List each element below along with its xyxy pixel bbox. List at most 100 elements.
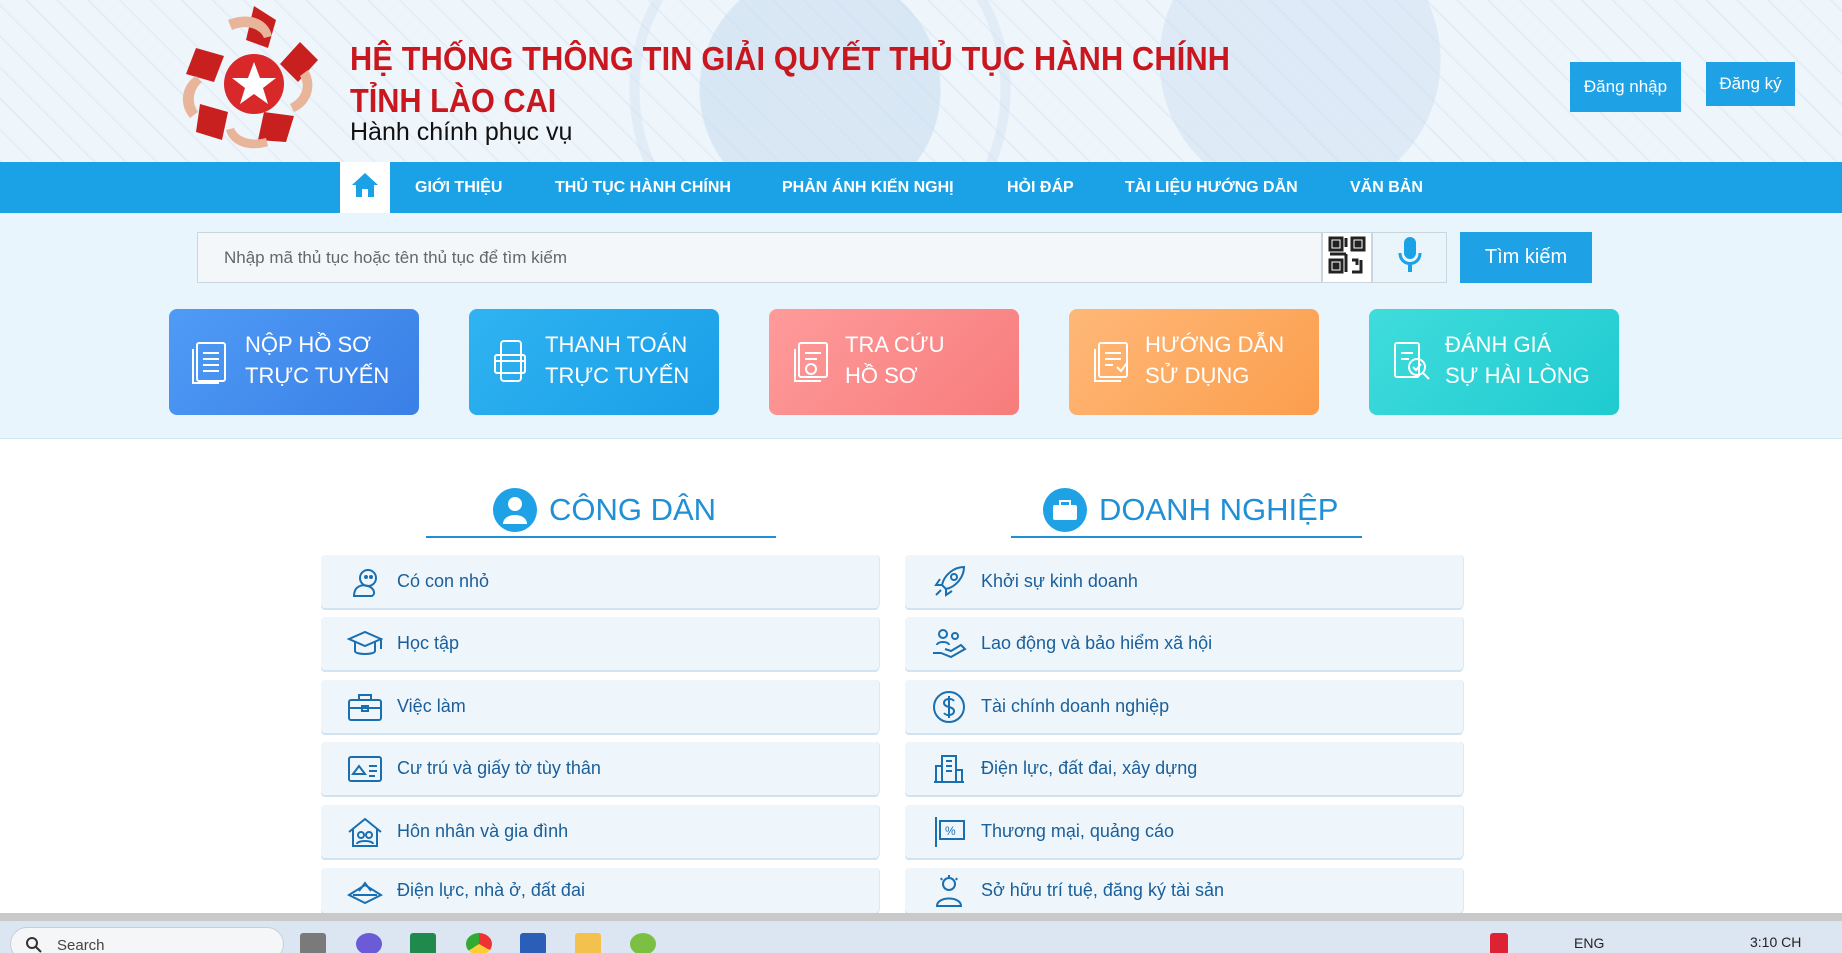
citizen-item-electricity-housing-land[interactable]: Điện lực, nhà ở, đất đai: [321, 868, 879, 913]
business-item-label: Tài chính doanh nghiệp: [981, 696, 1170, 716]
teams-icon[interactable]: [356, 933, 382, 953]
nav-item-tai-lieu[interactable]: TÀI LIỆU HƯỚNG DẪN: [1125, 162, 1298, 213]
briefcase-icon: [345, 689, 385, 725]
citizen-item-label: Có con nhỏ: [397, 571, 490, 591]
taskbar-search-box[interactable]: Search: [10, 927, 284, 953]
language-indicator[interactable]: ENG: [1574, 935, 1604, 951]
briefcase-circle-icon: [1043, 488, 1087, 532]
business-heading-label: DOANH NGHIỆP: [1099, 492, 1339, 527]
card-line2: SỬ DỤNG: [1145, 363, 1250, 388]
document-list-icon: [191, 339, 231, 385]
portal-title-line1: HỆ THỐNG THÔNG TIN GIẢI QUYẾT THỦ TỤC HÀ…: [350, 40, 1231, 77]
citizen-heading-underline: [426, 536, 776, 538]
person-icon: [493, 488, 537, 532]
card-line1: NỘP HỒ SƠ: [245, 332, 372, 357]
search-button[interactable]: Tìm kiếm: [1460, 232, 1592, 283]
rating-search-icon: [1391, 339, 1431, 385]
family-house-icon: [345, 814, 385, 850]
business-item-label: Khởi sự kinh doanh: [981, 571, 1138, 591]
register-button[interactable]: Đăng ký: [1706, 62, 1795, 106]
citizen-item-label: Điện lực, nhà ở, đất đai: [397, 880, 585, 900]
horizontal-scrollbar[interactable]: [0, 913, 1842, 921]
business-item-label: Lao động và bảo hiểm xã hội: [981, 633, 1213, 653]
lookup-document-icon: [791, 339, 831, 385]
guide-document-icon: [1091, 339, 1131, 385]
voice-search-button[interactable]: [1372, 232, 1447, 283]
citizen-item-residence-id[interactable]: Cư trú và giấy tờ tùy thân: [321, 742, 879, 795]
qr-code-icon: [1327, 235, 1367, 280]
card-user-guide[interactable]: HƯỚNG DẪN SỬ DỤNG: [1069, 309, 1319, 415]
citizen-item-label: Cư trú và giấy tờ tùy thân: [397, 758, 601, 778]
chrome-icon[interactable]: [466, 933, 492, 953]
business-item-trade-advertising[interactable]: % Thương mại, quảng cáo: [905, 805, 1463, 858]
card-line2: HỒ SƠ: [845, 363, 918, 388]
card-line1: ĐÁNH GIÁ: [1445, 332, 1552, 357]
business-item-label: Điện lực, đất đai, xây dựng: [981, 758, 1198, 778]
business-item-electricity-land-construction[interactable]: Điện lực, đất đai, xây dựng: [905, 742, 1463, 795]
citizen-item-marriage-family[interactable]: Hôn nhân và gia đình: [321, 805, 879, 858]
business-item-label: Sở hữu trí tuệ, đăng ký tài sản: [981, 880, 1224, 900]
percent-sign-icon: %: [929, 814, 969, 850]
citizen-item-label: Hôn nhân và gia đình: [397, 821, 569, 841]
nav-item-thu-tuc[interactable]: THỦ TỤC HÀNH CHÍNH: [555, 162, 731, 213]
site-logo[interactable]: [168, 0, 340, 162]
card-line1: TRA CỨU: [845, 332, 945, 357]
qr-scan-button[interactable]: [1322, 232, 1372, 283]
business-item-label: Thương mại, quảng cáo: [981, 821, 1174, 841]
citizen-item-label: Việc làm: [397, 696, 466, 716]
portal-slogan: Hành chính phục vụ: [350, 118, 573, 146]
app-icon[interactable]: [630, 933, 656, 953]
graduation-cap-icon: [345, 626, 385, 662]
id-card-icon: [345, 751, 385, 787]
baby-icon: [345, 564, 385, 600]
main-nav: GIỚI THIỆU THỦ TỤC HÀNH CHÍNH PHẢN ÁNH K…: [0, 162, 1842, 213]
person-idea-icon: [929, 873, 969, 909]
citizen-item-education[interactable]: Học tập: [321, 617, 879, 670]
card-line2: SỰ HÀI LÒNG: [1445, 363, 1590, 388]
hand-people-icon: [929, 626, 969, 662]
card-line1: HƯỚNG DẪN: [1145, 332, 1285, 357]
nav-item-van-ban[interactable]: VĂN BẢN: [1350, 162, 1423, 213]
search-icon: [25, 936, 43, 953]
os-taskbar: Search ENG 3:10 CH: [0, 921, 1842, 953]
building-icon: [929, 751, 969, 787]
antivirus-icon[interactable]: [1490, 933, 1508, 953]
citizen-item-employment[interactable]: Việc làm: [321, 680, 879, 733]
dollar-circle-icon: [929, 689, 969, 725]
business-item-labor-insurance[interactable]: Lao động và bảo hiểm xã hội: [905, 617, 1463, 670]
taskbar-search-label: Search: [57, 937, 105, 953]
citizen-heading[interactable]: CÔNG DÂN: [493, 484, 716, 536]
microphone-icon: [1397, 235, 1423, 280]
card-pay-online[interactable]: THANH TOÁN TRỰC TUYẾN: [469, 309, 719, 415]
card-line1: THANH TOÁN: [545, 332, 688, 357]
business-heading-underline: [1011, 536, 1362, 538]
card-satisfaction-rating[interactable]: ĐÁNH GIÁ SỰ HÀI LÒNG: [1369, 309, 1619, 415]
nav-item-phan-anh[interactable]: PHẢN ÁNH KIẾN NGHỊ: [782, 162, 954, 213]
citizen-item-label: Học tập: [397, 633, 460, 653]
citizen-heading-label: CÔNG DÂN: [549, 492, 717, 527]
nav-item-hoi-dap[interactable]: HỎI ĐÁP: [1007, 162, 1074, 213]
search-input[interactable]: [197, 232, 1322, 283]
home-icon: [350, 171, 380, 204]
card-submit-online[interactable]: NỘP HỒ SƠ TRỰC TUYẾN: [169, 309, 419, 415]
portal-title-line2: TỈNH LÀO CAI: [350, 82, 557, 119]
nav-item-gioi-thieu[interactable]: GIỚI THIỆU: [415, 162, 502, 213]
clock-time[interactable]: 3:10 CH: [1750, 934, 1801, 950]
file-explorer-icon[interactable]: [575, 933, 601, 953]
business-item-ip-asset-registration[interactable]: Sở hữu trí tuệ, đăng ký tài sản: [905, 868, 1463, 913]
rocket-icon: [929, 564, 969, 600]
card-line2: TRỰC TUYẾN: [245, 363, 390, 388]
login-button[interactable]: Đăng nhập: [1570, 62, 1681, 112]
task-view-icon[interactable]: [300, 933, 326, 953]
citizen-item-small-children[interactable]: Có con nhỏ: [321, 555, 879, 608]
business-heading[interactable]: DOANH NGHIỆP: [1043, 484, 1338, 536]
business-item-start-business[interactable]: Khởi sự kinh doanh: [905, 555, 1463, 608]
card-lookup-records[interactable]: TRA CỨU HỒ SƠ: [769, 309, 1019, 415]
mobile-payment-icon: [491, 339, 531, 385]
card-line2: TRỰC TUYẾN: [545, 363, 690, 388]
business-item-corporate-finance[interactable]: Tài chính doanh nghiệp: [905, 680, 1463, 733]
word-icon[interactable]: [520, 933, 546, 953]
excel-icon[interactable]: [410, 933, 436, 953]
svg-text:%: %: [945, 824, 956, 838]
nav-home-button[interactable]: [340, 162, 390, 213]
